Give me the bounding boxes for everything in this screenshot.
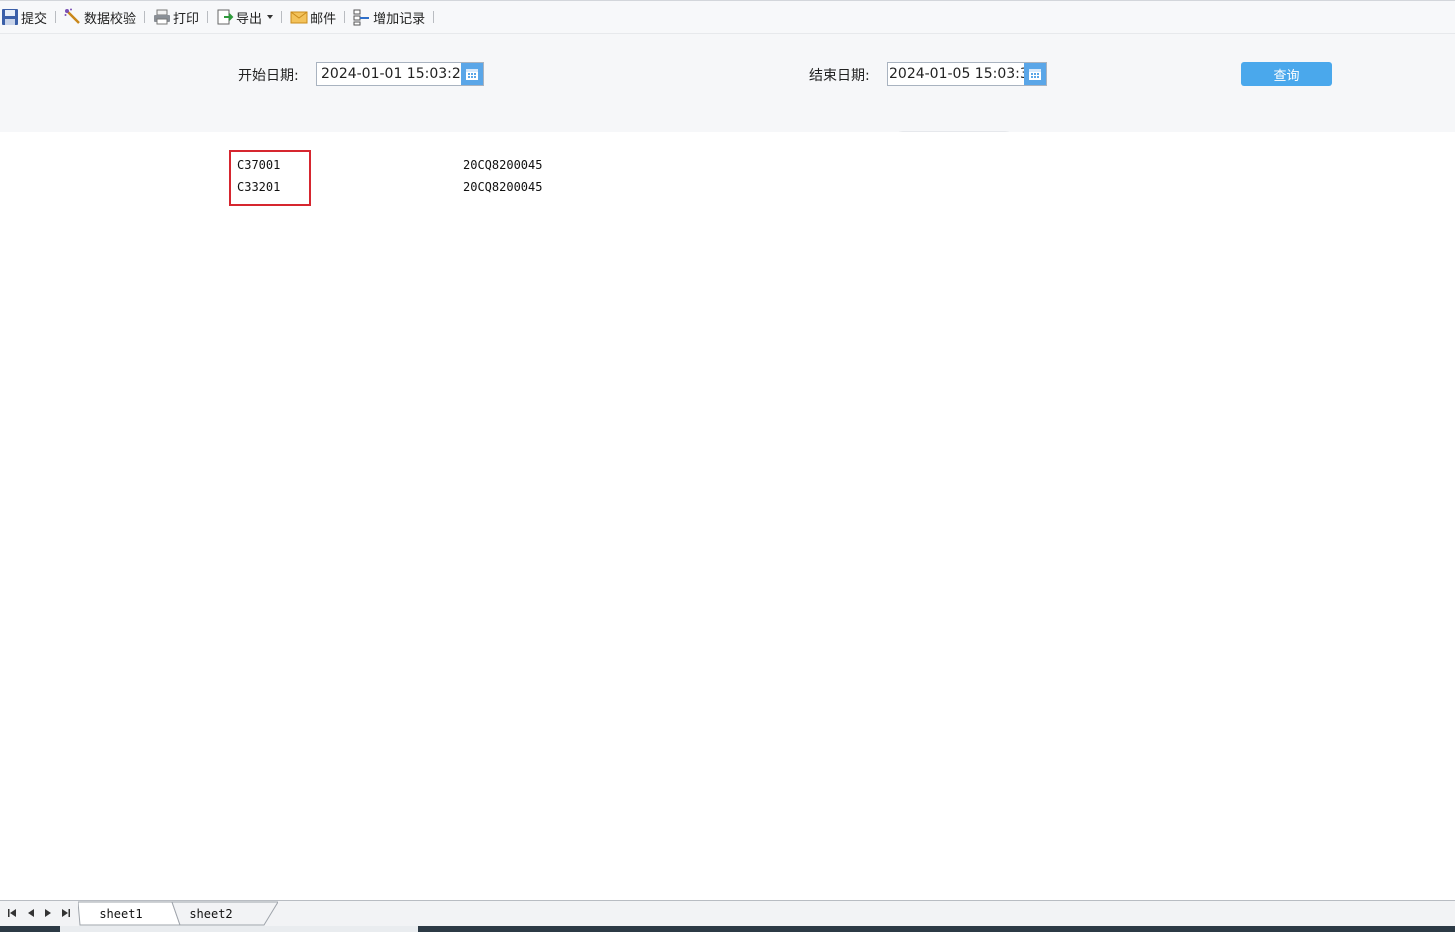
row-2-id[interactable]: 20CQ8200045	[463, 180, 542, 194]
end-date-field[interactable]: 2024-01-05 15:03:30	[887, 62, 1047, 86]
submit-label: 提交	[21, 11, 48, 27]
toolbar-separator	[344, 11, 346, 23]
add-record-button[interactable]: 增加记录	[353, 6, 425, 28]
filter-panel: 开始日期: 2024-01-01 15:03:27 结束日期: 2024-01-…	[0, 34, 1455, 140]
next-sheet-icon[interactable]	[43, 908, 53, 918]
sheet-tab-bar: sheet1 sheet2	[0, 900, 1455, 926]
status-strip	[0, 926, 1455, 932]
row-1-id[interactable]: 20CQ8200045	[463, 158, 542, 172]
add-record-label: 增加记录	[373, 11, 426, 27]
export-icon	[216, 8, 234, 26]
print-label: 打印	[173, 11, 200, 27]
prev-sheet-icon[interactable]	[26, 908, 36, 918]
validate-button[interactable]: 数据校验	[64, 6, 136, 28]
print-button[interactable]: 打印	[153, 6, 199, 28]
row-2-code[interactable]: C33201	[237, 180, 280, 194]
wand-icon	[64, 8, 82, 26]
report-page: 提交 数据校验 打印 导出 邮件 增加记录 开始日期: 2024-01-01 1…	[0, 0, 1455, 932]
start-date-field[interactable]: 2024-01-01 15:03:27	[316, 62, 484, 86]
toolbar-separator	[207, 11, 209, 23]
toolbar-separator	[55, 11, 57, 23]
first-sheet-icon[interactable]	[7, 908, 17, 918]
save-icon	[1, 8, 19, 26]
row-1-code[interactable]: C37001	[237, 158, 280, 172]
end-date-label: 结束日期:	[809, 68, 870, 84]
end-date-value[interactable]: 2024-01-05 15:03:30	[888, 66, 1024, 82]
start-date-label: 开始日期:	[238, 68, 299, 84]
printer-icon	[153, 8, 171, 26]
envelope-icon	[290, 8, 308, 26]
calendar-icon[interactable]	[1024, 63, 1046, 85]
query-button[interactable]: 查询	[1241, 62, 1332, 86]
start-date-value[interactable]: 2024-01-01 15:03:27	[317, 66, 461, 82]
last-sheet-icon[interactable]	[61, 908, 71, 918]
toolbar-separator	[281, 11, 283, 23]
submit-button[interactable]: 提交	[1, 6, 47, 28]
report-body: C37001 20CQ8200045 C33201 20CQ8200045	[0, 132, 1455, 900]
status-strip-segment	[60, 926, 418, 932]
validate-label: 数据校验	[84, 11, 137, 27]
tab-sheet1[interactable]: sheet1	[82, 902, 160, 925]
add-record-icon	[353, 8, 371, 26]
toolbar: 提交 数据校验 打印 导出 邮件 增加记录	[0, 0, 1455, 34]
tab-sheet2[interactable]: sheet2	[175, 902, 247, 925]
export-button[interactable]: 导出	[216, 6, 274, 28]
export-label: 导出	[236, 11, 263, 27]
mail-button[interactable]: 邮件	[290, 6, 336, 28]
toolbar-separator	[144, 11, 146, 23]
chevron-down-icon[interactable]	[267, 15, 274, 19]
toolbar-separator	[433, 11, 435, 23]
collapse-panel-handle[interactable]	[888, 124, 1020, 140]
mail-label: 邮件	[310, 11, 337, 27]
calendar-icon[interactable]	[461, 63, 483, 85]
